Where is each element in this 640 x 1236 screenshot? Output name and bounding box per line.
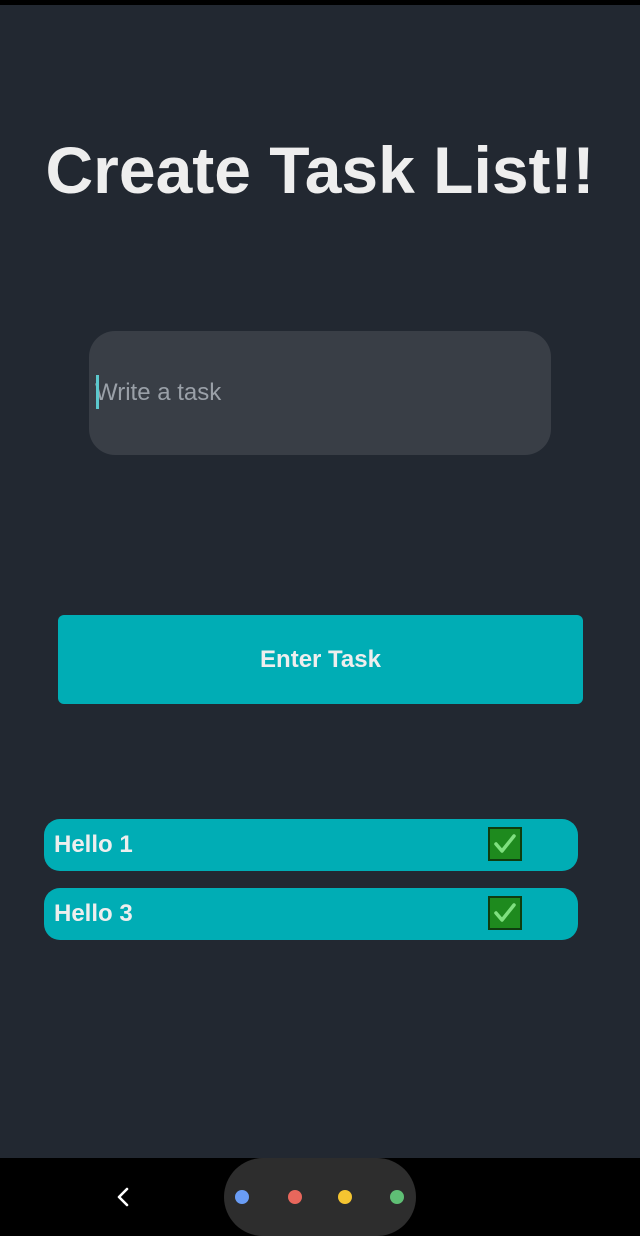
task-label: Hello 1 [54, 831, 133, 858]
task-item[interactable]: Hello 3 [44, 888, 578, 940]
red-dot-icon [288, 1190, 302, 1204]
task-input[interactable] [95, 331, 535, 455]
task-list: Hello 1 Hello 3 [44, 819, 578, 957]
checkmark-icon[interactable] [488, 896, 522, 930]
task-item[interactable]: Hello 1 [44, 819, 578, 871]
home-pill-icon[interactable] [224, 1158, 416, 1236]
enter-task-button[interactable]: Enter Task [58, 615, 583, 704]
enter-task-button-label: Enter Task [260, 645, 381, 673]
task-label: Hello 3 [54, 900, 133, 927]
status-bar-strip [0, 0, 640, 5]
yellow-dot-icon [338, 1190, 352, 1204]
navigation-bar [0, 1158, 640, 1236]
text-cursor [96, 375, 99, 409]
task-input-container [89, 331, 551, 455]
back-icon[interactable] [108, 1178, 138, 1216]
green-dot-icon [390, 1190, 404, 1204]
blue-dot-icon [235, 1190, 249, 1204]
checkmark-icon[interactable] [488, 827, 522, 861]
page-title: Create Task List!! [45, 133, 595, 207]
